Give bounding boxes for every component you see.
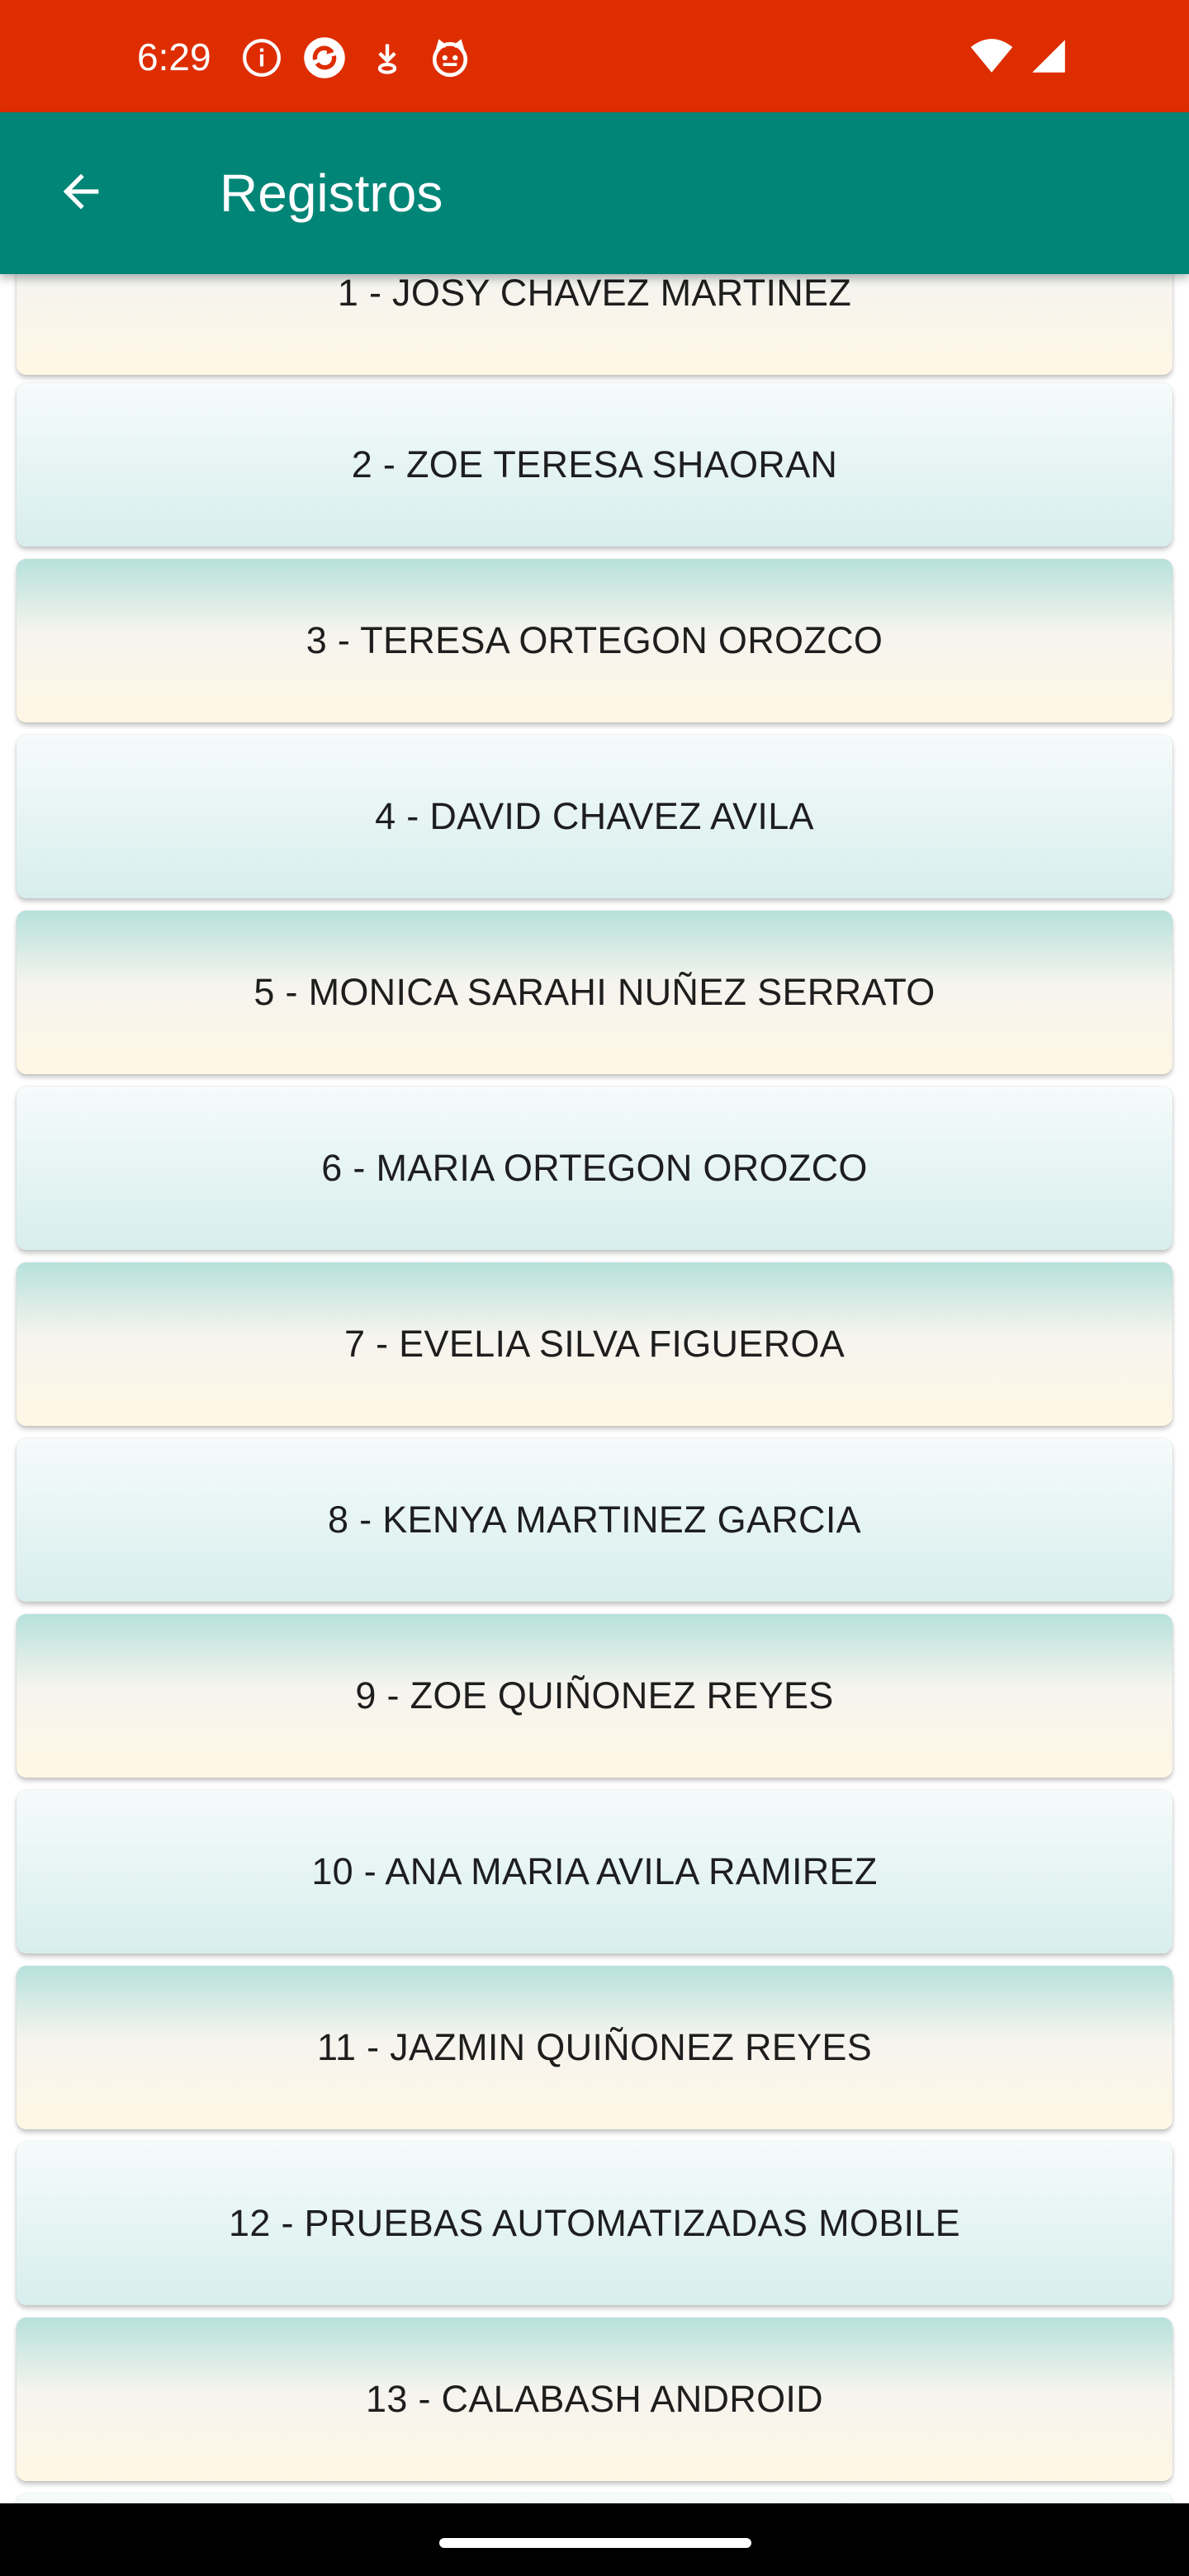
record-item[interactable]: 8 - KENYA MARTINEZ GARCIA bbox=[17, 1438, 1172, 1602]
info-icon bbox=[239, 36, 284, 80]
record-item[interactable]: 5 - MONICA SARAHI NUÑEZ SERRATO bbox=[17, 911, 1172, 1074]
record-item[interactable]: 6 - MARIA ORTEGON OROZCO bbox=[17, 1087, 1172, 1250]
arrow-back-icon bbox=[54, 165, 107, 222]
wifi-icon bbox=[969, 38, 1014, 78]
notification-icons bbox=[239, 35, 472, 81]
signal-icon bbox=[1030, 38, 1067, 78]
app-bar: Registros bbox=[0, 112, 1189, 274]
record-item[interactable]: 10 - ANA MARIA AVILA RAMIREZ bbox=[17, 1790, 1172, 1953]
status-time: 6:29 bbox=[137, 36, 211, 78]
page-title: Registros bbox=[220, 163, 443, 223]
system-icons bbox=[969, 36, 1067, 79]
back-button[interactable] bbox=[40, 152, 122, 234]
cat-icon bbox=[428, 36, 472, 80]
record-item[interactable]: 2 - ZOE TERESA SHAORAN bbox=[17, 383, 1172, 547]
record-item[interactable]: 1 - JOSY CHAVEZ MARTINEZ bbox=[17, 274, 1172, 375]
record-item-partial[interactable] bbox=[17, 2493, 1172, 2503]
record-item[interactable]: 3 - TERESA ORTEGON OROZCO bbox=[17, 559, 1172, 722]
record-item[interactable]: 9 - ZOE QUIÑONEZ REYES bbox=[17, 1614, 1172, 1778]
record-item[interactable]: 7 - EVELIA SILVA FIGUEROA bbox=[17, 1262, 1172, 1426]
sync-icon bbox=[302, 36, 347, 80]
download-icon bbox=[365, 36, 410, 80]
record-item[interactable]: 11 - JAZMIN QUIÑONEZ REYES bbox=[17, 1966, 1172, 2129]
record-item[interactable]: 4 - DAVID CHAVEZ AVILA bbox=[17, 735, 1172, 898]
record-item[interactable]: 13 - CALABASH ANDROID bbox=[17, 2318, 1172, 2481]
status-bar: 6:29 bbox=[0, 0, 1189, 112]
record-item[interactable]: 12 - PRUEBAS AUTOMATIZADAS MOBILE bbox=[17, 2142, 1172, 2305]
records-list[interactable]: 1 - JOSY CHAVEZ MARTINEZ 2 - ZOE TERESA … bbox=[0, 274, 1189, 2503]
navigation-bar bbox=[0, 2503, 1189, 2576]
home-gesture-handle[interactable] bbox=[439, 2538, 751, 2548]
